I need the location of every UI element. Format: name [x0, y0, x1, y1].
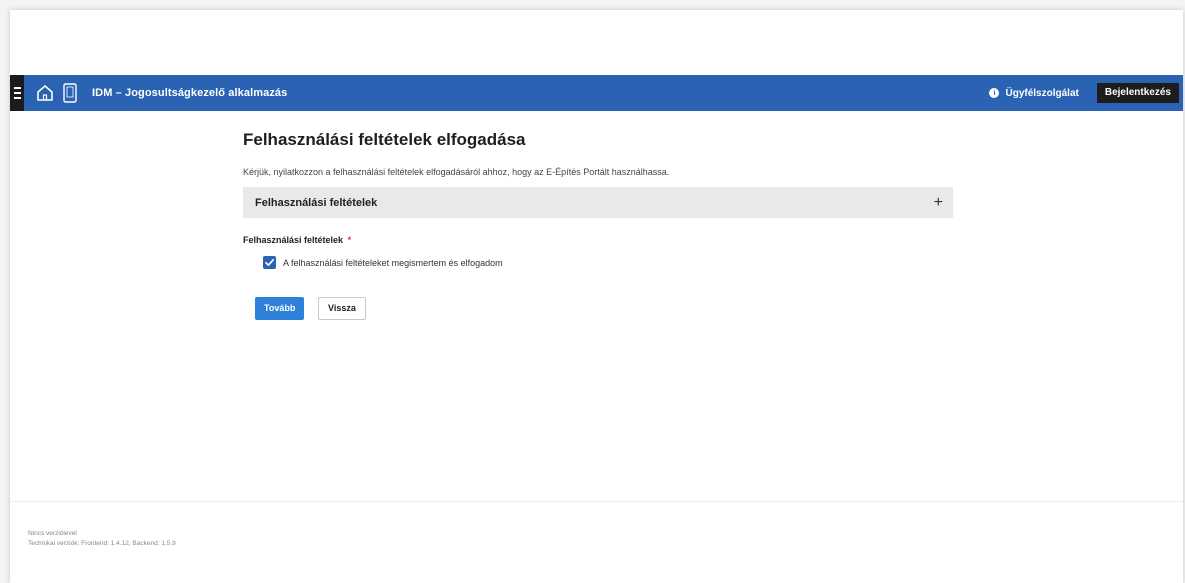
technical-versions: Technikai verziók: Frontend: 1.4.12, Bac…	[28, 540, 176, 547]
tablet-icon	[63, 83, 77, 103]
support-label: Ügyfélszolgálat	[1005, 87, 1079, 99]
accordion-label: Felhasználási feltételek	[255, 196, 378, 209]
accept-terms-checkbox-row[interactable]: A felhasználási feltételeket megismertem…	[263, 256, 503, 269]
menu-button[interactable]	[10, 75, 24, 111]
footer: Nincs verziólevél Technikai verziók: Fro…	[28, 529, 176, 549]
login-button[interactable]: Bejelentkezés	[1096, 83, 1179, 103]
version-note: Nincs verziólevél	[28, 530, 77, 537]
checkbox-label: A felhasználási feltételeket megismertem…	[283, 257, 503, 268]
footer-divider	[10, 501, 1183, 502]
hamburger-icon	[13, 86, 21, 101]
back-button[interactable]: Vissza	[318, 297, 366, 320]
accept-terms-checkbox[interactable]	[263, 256, 276, 269]
app-switch-button[interactable]	[62, 82, 78, 104]
terms-accordion[interactable]: Felhasználási feltételek +	[243, 187, 953, 218]
checkmark-icon	[265, 258, 275, 267]
app-window: IDM – Jogosultságkezelő alkalmazás i Ügy…	[10, 10, 1183, 583]
support-link[interactable]: i Ügyfélszolgálat	[989, 87, 1079, 99]
home-button[interactable]	[34, 82, 56, 104]
plus-icon: +	[933, 193, 943, 211]
required-mark: *	[347, 235, 352, 245]
home-icon	[37, 85, 53, 101]
top-navigation-bar: IDM – Jogosultságkezelő alkalmazás i Ügy…	[10, 75, 1183, 111]
info-icon: i	[989, 88, 1000, 98]
intro-text: Kérjük, nyilatkozzon a felhasználási fel…	[243, 167, 670, 177]
page-title: Felhasználási feltételek elfogadása	[243, 130, 526, 149]
app-title[interactable]: IDM – Jogosultságkezelő alkalmazás	[92, 87, 287, 99]
field-label-text: Felhasználási feltételek	[243, 235, 344, 245]
terms-field-label: Felhasználási feltételek *	[243, 235, 351, 245]
next-button[interactable]: Tovább	[255, 297, 305, 320]
